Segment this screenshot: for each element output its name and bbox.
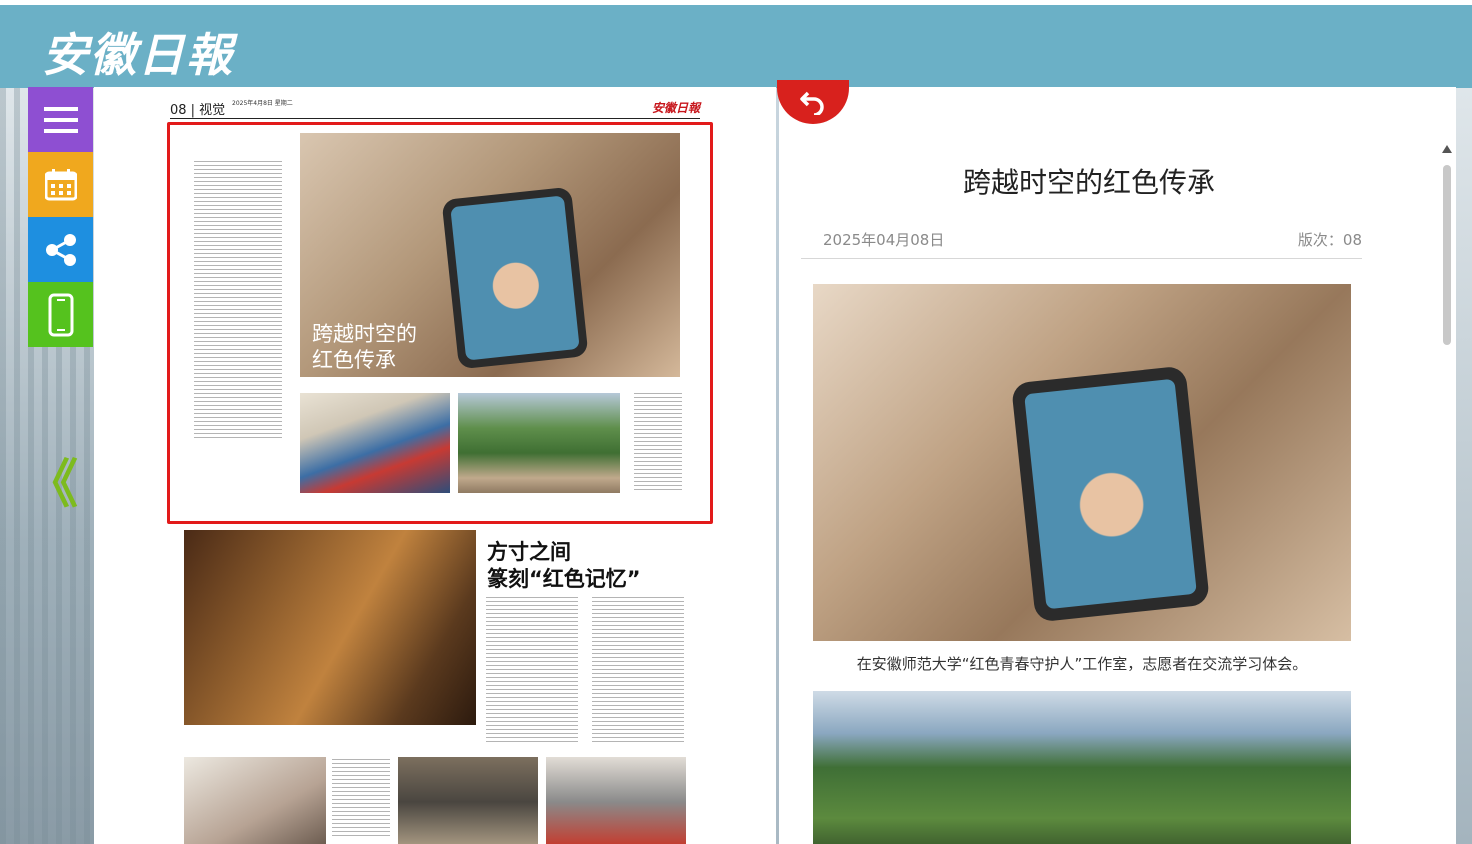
photo-caption: 在安徽师范大学“红色青春守护人”工作室，志愿者在交流学习体会。 [856, 655, 1308, 673]
article-scrollbar[interactable] [1440, 145, 1454, 844]
scroll-up-arrow-icon[interactable] [1442, 145, 1452, 153]
mobile-button[interactable] [28, 282, 93, 347]
newspaper-page-header: 08 | 视觉 2025年4月8日 星期二 安徽日報 [170, 97, 700, 119]
seal-carving-article-title[interactable]: 方寸之间 篆刻“红色记忆” [487, 539, 641, 593]
background-cityscape-right [1456, 88, 1472, 844]
newspaper-mini-logo: 安徽日報 [651, 101, 700, 115]
article-main-photo [813, 284, 1351, 641]
bottom-photo[interactable] [184, 757, 326, 844]
article-second-photo [813, 691, 1351, 844]
article-text-column [592, 597, 684, 743]
article-page-number: 版次：08 [1297, 231, 1362, 249]
share-icon [45, 233, 76, 266]
article-title: 跨越时空的红色传承 [962, 166, 1215, 199]
calendar-icon [44, 168, 77, 200]
article-reader-panel: 跨越时空的红色传承 2025年04月08日 版次：08 在安徽师范大学“红色青春… [779, 87, 1456, 844]
article-date: 2025年04月08日 [823, 231, 945, 249]
return-arrow-icon [800, 91, 824, 115]
article-text-column [486, 597, 578, 743]
menu-button[interactable] [28, 87, 93, 152]
page-tag: 08 | 视觉 [170, 103, 226, 118]
scroll-thumb[interactable] [1443, 165, 1451, 345]
newspaper-page: 08 | 视觉 2025年4月8日 星期二 安徽日報 跨越时空的 红色传承 方寸… [94, 87, 776, 844]
article-text-column [332, 759, 390, 839]
selected-article-hotspot[interactable] [167, 122, 713, 524]
top-banner: 安徽日報 [0, 0, 1472, 88]
hamburger-icon [43, 106, 78, 133]
side-toolbar [28, 87, 93, 347]
calendar-button[interactable] [28, 152, 93, 217]
bottom-photo[interactable] [398, 757, 538, 844]
previous-page-arrow-icon[interactable]: 《 [26, 455, 78, 515]
page-date: 2025年4月8日 星期二 [232, 100, 293, 107]
tablet-image [1010, 365, 1211, 623]
share-button[interactable] [28, 217, 93, 282]
site-logo[interactable]: 安徽日報 [42, 19, 234, 85]
seal-carving-photo[interactable] [184, 530, 476, 725]
bottom-photo[interactable] [546, 757, 686, 844]
article-meta: 2025年04月08日 版次：08 [801, 225, 1362, 259]
mobile-icon [48, 293, 73, 336]
